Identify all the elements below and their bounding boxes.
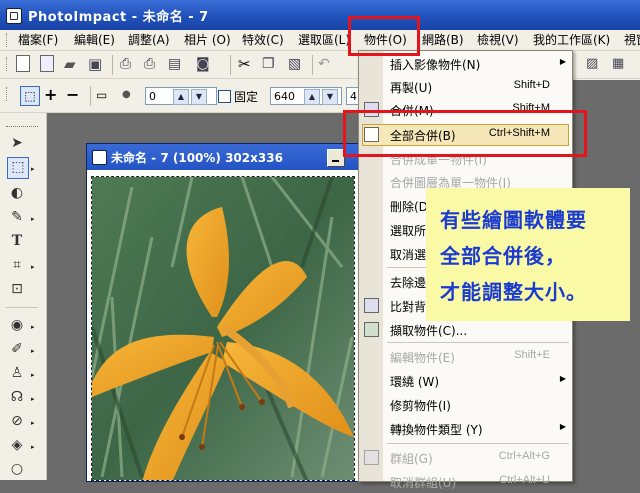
soft-edge-icon: ●: [122, 89, 131, 100]
menu-window[interactable]: 視窗: [624, 32, 640, 48]
menu-item-trim-object[interactable]: 修剪物件(I): [359, 393, 572, 416]
menu-workspace[interactable]: 我的工作區(K): [533, 32, 610, 48]
image-window-icon: [92, 150, 107, 165]
select-rect-icon[interactable]: ⬚: [20, 86, 40, 106]
tool-flyout-icon[interactable]: ▸: [31, 443, 35, 451]
width-input[interactable]: 640 ▲ ▼: [270, 87, 342, 105]
selection-tool-icon[interactable]: ⬚: [7, 157, 29, 179]
menu-web[interactable]: 網路(B): [422, 32, 464, 48]
match-background-icon: [364, 298, 379, 313]
fixed-label: 固定: [234, 90, 259, 104]
menu-photo[interactable]: 相片 (O): [184, 32, 231, 48]
shape-rect-icon[interactable]: ▭: [96, 86, 114, 104]
highlight-box-merge-all: [343, 110, 587, 157]
print-preview-icon[interactable]: ⎙: [144, 55, 162, 73]
menu-selection[interactable]: 選取區(L): [298, 32, 350, 48]
menu-adjust[interactable]: 調整(A): [128, 32, 170, 48]
tool-flyout-icon[interactable]: ▸: [31, 371, 35, 379]
image-window-title: 未命名 - 7 (100%) 302x336: [111, 151, 283, 165]
annotation-note: 有些繪圖軟體要 全部合併後， 才能調整大小。: [426, 188, 630, 321]
tool-flyout-icon[interactable]: ▸: [31, 165, 35, 173]
menu-item-edit-object: 編輯物件(E) Shift+E: [390, 349, 550, 365]
fill-tool-icon[interactable]: ◈: [7, 435, 27, 455]
camera-icon[interactable]: ◙: [196, 55, 214, 73]
add-mode-icon[interactable]: +: [44, 86, 62, 104]
spin-down-icon[interactable]: ▼: [191, 89, 207, 105]
tool-flyout-icon[interactable]: ▸: [31, 263, 35, 271]
scan-icon[interactable]: ▤: [168, 55, 186, 73]
menu-item-duplicate[interactable]: 再製(U) Shift+D: [359, 75, 572, 98]
lasso-tool-icon[interactable]: ◐: [7, 183, 27, 203]
grip-handle[interactable]: [6, 57, 9, 71]
save-icon[interactable]: ▣: [88, 55, 106, 73]
transform-tool-icon[interactable]: ⊡: [7, 279, 27, 299]
menu-edit[interactable]: 編輯(E): [74, 32, 115, 48]
crop-tool-icon[interactable]: ⌗: [7, 255, 27, 275]
grip-handle[interactable]: [6, 33, 9, 47]
panel2-icon[interactable]: ▦: [612, 55, 630, 73]
pick-tool-icon[interactable]: ➤: [7, 133, 27, 153]
tool-flyout-icon[interactable]: ▸: [31, 395, 35, 403]
copy-icon[interactable]: ❐: [262, 55, 280, 73]
soft-edge-input[interactable]: 0 ▲ ▼: [145, 87, 217, 105]
image-window-titlebar[interactable]: 未命名 - 7 (100%) 302x336: [87, 144, 359, 170]
grip-handle[interactable]: [6, 87, 9, 101]
new-file-icon[interactable]: [16, 55, 34, 73]
extract-object-icon: [364, 322, 379, 337]
undo-icon[interactable]: ↶: [318, 55, 336, 73]
title-bar: PhotoImpact - 未命名 - 7: [0, 0, 640, 30]
retouch-tool-icon[interactable]: ☊: [7, 387, 27, 407]
menu-item-convert-object-type[interactable]: 轉換物件類型 (Y) ▶: [359, 417, 572, 440]
note-line-2: 全部合併後，: [440, 244, 566, 268]
eye-tool-icon[interactable]: ◉: [7, 315, 27, 335]
paste-icon[interactable]: ▧: [288, 55, 306, 73]
text-tool-icon[interactable]: T: [7, 231, 27, 251]
eraser-tool-icon[interactable]: ⊘: [7, 411, 27, 431]
stamp-tool-icon[interactable]: ♙: [7, 363, 27, 383]
menu-item-extract-object[interactable]: 擷取物件(C)...: [359, 318, 572, 341]
lily-photo: [92, 177, 354, 480]
cut-icon[interactable]: ✂: [238, 55, 256, 73]
highlight-box-object-menu: [348, 16, 420, 56]
toolbox: ➤ ⬚ ▸ ◐ ✎ ▸ T ⌗ ▸ ⊡ ◉ ▸ ✐ ▸ ♙ ▸ ☊ ▸ ⊘ ▸ …: [0, 113, 47, 480]
new-doc-icon[interactable]: [40, 55, 58, 73]
spin-down-icon[interactable]: ▼: [322, 89, 338, 105]
image-canvas[interactable]: [91, 176, 355, 481]
shape-tool-icon[interactable]: ○: [7, 459, 27, 479]
menu-item-ungroup: 取消群組(U) Ctrl+Alt+U: [390, 474, 550, 490]
height-input[interactable]: 4: [346, 87, 358, 105]
print-icon[interactable]: ⎙: [120, 55, 138, 73]
tool-flyout-icon[interactable]: ▸: [31, 215, 35, 223]
submenu-arrow-icon: ▶: [559, 422, 566, 431]
subtract-mode-icon[interactable]: −: [66, 86, 84, 104]
group-icon: [364, 450, 379, 465]
image-window[interactable]: 未命名 - 7 (100%) 302x336: [86, 143, 360, 482]
fixed-checkbox[interactable]: [218, 90, 231, 103]
menu-file[interactable]: 檔案(F): [18, 32, 58, 48]
submenu-arrow-icon: ▶: [559, 374, 566, 383]
spin-up-icon[interactable]: ▲: [173, 89, 189, 105]
width-value: 640: [274, 90, 295, 103]
tool-flyout-icon[interactable]: ▸: [31, 419, 35, 427]
soft-edge-value: 0: [149, 90, 156, 103]
menu-bar: 檔案(F) 編輯(E) 調整(A) 相片 (O) 特效(C) 選取區(L) 物件…: [0, 30, 640, 51]
window-title: PhotoImpact - 未命名 - 7: [28, 10, 209, 25]
height-value: 4: [350, 90, 357, 103]
spin-up-icon[interactable]: ▲: [304, 89, 320, 105]
open-folder-icon[interactable]: ▰: [64, 55, 82, 73]
paint-tool-icon[interactable]: ✐: [7, 339, 27, 359]
tool-flyout-icon[interactable]: ▸: [31, 347, 35, 355]
note-line-1: 有些繪圖軟體要: [440, 208, 587, 232]
menu-item-wrap[interactable]: 環繞 (W) ▶: [359, 369, 572, 392]
menu-view[interactable]: 檢視(V): [477, 32, 519, 48]
panel-icon[interactable]: ▨: [586, 55, 604, 73]
submenu-arrow-icon: ▶: [559, 57, 566, 66]
note-line-3: 才能調整大小。: [440, 280, 587, 304]
tool-flyout-icon[interactable]: ▸: [31, 323, 35, 331]
menu-item-group: 群組(G) Ctrl+Alt+G: [359, 446, 572, 469]
app-icon[interactable]: [6, 8, 22, 24]
menu-effect[interactable]: 特效(C): [242, 32, 284, 48]
wand-tool-icon[interactable]: ✎: [7, 207, 27, 227]
